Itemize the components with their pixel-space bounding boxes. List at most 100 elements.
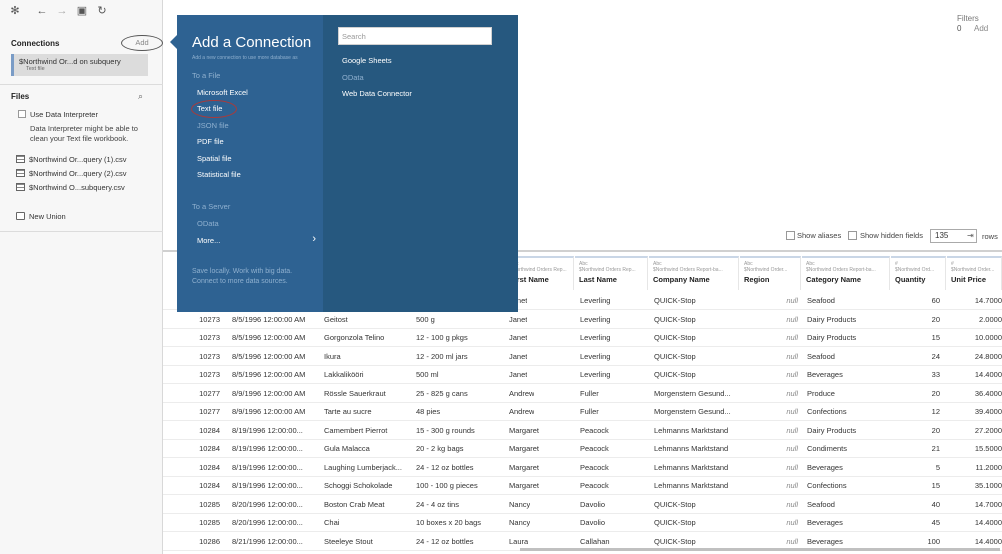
cell-quantity: 20 xyxy=(931,388,940,398)
cell-region: null xyxy=(786,518,798,527)
column-header-unit-price[interactable]: # $Northwind Order... Unit Price xyxy=(947,256,1002,290)
column-header-company-name[interactable]: Abc $Northwind Orders Report-ba... Compa… xyxy=(649,256,739,290)
connector-statistical-file[interactable]: Statistical file xyxy=(197,170,241,179)
cell-unit-price: 10.0000 xyxy=(974,333,1002,342)
cell-unit-price: 14.7000 xyxy=(974,296,1002,305)
use-data-interpreter-checkbox[interactable] xyxy=(18,110,26,118)
cell-quantity: 45 xyxy=(931,518,940,527)
table-row: 10273 8/5/1996 12:00:00 AM Ikura 12 - 20… xyxy=(163,348,1002,366)
table-row: 10284 8/19/1996 12:00:00... Laughing Lum… xyxy=(163,459,1002,477)
more-servers-item[interactable]: More... › xyxy=(192,233,318,247)
refresh-icon[interactable]: ↻ xyxy=(95,4,109,18)
to-a-file-heading: To a File xyxy=(192,71,221,80)
cell-quantity-per-unit: 15 - 300 g rounds xyxy=(416,425,475,435)
column-name: Region xyxy=(744,275,770,284)
cell-quantity: 33 xyxy=(931,370,940,379)
cell-quantity-per-unit: 12 - 200 ml jars xyxy=(416,351,468,361)
cell-quantity: 20 xyxy=(931,314,940,324)
show-aliases-checkbox[interactable] xyxy=(786,231,795,240)
cell-first-name: Janet xyxy=(509,314,528,324)
cell-order-date: 8/5/1996 12:00:00 AM xyxy=(232,351,306,361)
horizontal-scrollbar[interactable] xyxy=(520,548,1000,551)
cell-company-name: Lehmanns Marktstand xyxy=(654,425,729,435)
cell-quantity: 15 xyxy=(931,481,940,490)
save-icon[interactable]: ▣ xyxy=(75,4,89,18)
cell-company-name: QUICK-Stop xyxy=(654,499,696,509)
cell-unit-price: 27.2000 xyxy=(974,425,1002,435)
connector-spatial-file[interactable]: Spatial file xyxy=(197,154,232,163)
data-interpreter-description: Data Interpreter might be able to clean … xyxy=(30,124,138,143)
file-item[interactable]: $Northwind O...subquery.csv xyxy=(16,181,125,193)
table-row: 10285 8/20/1996 12:00:00... Boston Crab … xyxy=(163,496,1002,514)
cell-quantity-per-unit: 48 pies xyxy=(416,407,441,416)
cell-first-name: Janet xyxy=(509,370,528,379)
file-name: $Northwind Or...query (1).csv xyxy=(29,154,127,164)
table-row: 10273 8/5/1996 12:00:00 AM Lakkalikööri … xyxy=(163,366,1002,384)
connector-search-input[interactable]: Search xyxy=(338,27,492,45)
connector-pdf-file[interactable]: PDF file xyxy=(197,137,224,146)
cell-company-name: QUICK-Stop xyxy=(654,296,696,305)
add-filter-link[interactable]: Add xyxy=(974,24,988,33)
column-name: Company Name xyxy=(653,275,710,284)
cell-last-name: Peacock xyxy=(580,425,609,435)
cell-order-id: 10284 xyxy=(199,425,220,435)
connector-odata[interactable]: OData xyxy=(342,73,364,82)
cell-order-date: 8/19/1996 12:00:00... xyxy=(232,462,303,472)
cell-region: null xyxy=(786,425,798,435)
cell-last-name: Fuller xyxy=(580,407,599,416)
cell-region: null xyxy=(786,351,798,361)
cell-order-date: 8/5/1996 12:00:00 AM xyxy=(232,314,306,324)
cell-category-name: Seafood xyxy=(807,351,835,361)
column-source: $Northwind Orders Report-ba... xyxy=(653,267,723,273)
cell-region: null xyxy=(786,296,798,305)
cell-company-name: QUICK-Stop xyxy=(654,536,696,546)
tableau-logo-icon[interactable]: ✻ xyxy=(8,4,22,18)
table-icon xyxy=(16,183,25,191)
show-aliases-label[interactable]: Show aliases xyxy=(797,231,841,240)
cell-category-name: Produce xyxy=(807,388,835,398)
cell-quantity-per-unit: 24 - 12 oz bottles xyxy=(416,462,474,472)
show-hidden-fields-label[interactable]: Show hidden fields xyxy=(860,231,923,240)
connector-microsoft-excel[interactable]: Microsoft Excel xyxy=(197,88,248,97)
cell-first-name: Nancy xyxy=(509,499,531,509)
cell-order-date: 8/19/1996 12:00:00... xyxy=(232,444,303,453)
cell-product-name: Laughing Lumberjack... xyxy=(324,462,402,472)
arrow-right-icon[interactable]: ⇥ xyxy=(967,231,974,240)
connector-google-sheets[interactable]: Google Sheets xyxy=(342,56,392,65)
cell-order-id: 10284 xyxy=(199,444,220,453)
cell-product-name: Steeleye Stout xyxy=(324,536,373,546)
connections-heading: Connections xyxy=(11,39,60,48)
divider xyxy=(0,84,163,85)
table-icon xyxy=(16,155,25,163)
cell-quantity-per-unit: 25 - 825 g cans xyxy=(416,388,468,398)
use-data-interpreter-label[interactable]: Use Data Interpreter xyxy=(30,110,98,119)
cell-quantity: 21 xyxy=(931,444,940,453)
new-union-item[interactable]: New Union xyxy=(16,210,66,222)
cell-order-date: 8/9/1996 12:00:00 AM xyxy=(232,407,306,416)
cell-order-id: 10273 xyxy=(199,370,220,379)
column-header-last-name[interactable]: Abc $Northwind Orders Rep... Last Name xyxy=(575,256,648,290)
file-item[interactable]: $Northwind Or...query (1).csv xyxy=(16,153,127,165)
cell-product-name: Gorgonzola Telino xyxy=(324,333,385,342)
cell-first-name: Andrew xyxy=(509,407,535,416)
column-name: First Name xyxy=(510,275,549,284)
search-icon[interactable]: ⌕ xyxy=(138,91,143,102)
back-arrow-icon[interactable]: ← xyxy=(35,4,49,18)
cell-unit-price: 39.4000 xyxy=(974,407,1002,416)
column-header-category-name[interactable]: Abc $Northwind Orders Report-ba... Categ… xyxy=(802,256,890,290)
column-header-quantity[interactable]: # $Northwind Ord... Quantity xyxy=(891,256,946,290)
cell-unit-price: 35.1000 xyxy=(974,481,1002,490)
connector-odata[interactable]: OData xyxy=(197,219,219,228)
add-connection-button[interactable]: Add xyxy=(121,35,163,51)
cell-last-name: Leverling xyxy=(580,333,611,342)
connection-item[interactable]: $Northwind Or...d on subquery Text file xyxy=(11,54,148,76)
cell-category-name: Dairy Products xyxy=(807,425,857,435)
forward-arrow-icon[interactable]: → xyxy=(55,4,69,18)
file-item[interactable]: $Northwind Or...query (2).csv xyxy=(16,167,127,179)
column-header-region[interactable]: Abc $Northwind Order... Region xyxy=(740,256,801,290)
connector-web-data-connector[interactable]: Web Data Connector xyxy=(342,89,412,98)
connector-json-file[interactable]: JSON file xyxy=(197,121,229,130)
cell-category-name: Seafood xyxy=(807,296,835,305)
show-hidden-fields-checkbox[interactable] xyxy=(848,231,857,240)
cell-quantity-per-unit: 24 - 4 oz tins xyxy=(416,499,459,509)
